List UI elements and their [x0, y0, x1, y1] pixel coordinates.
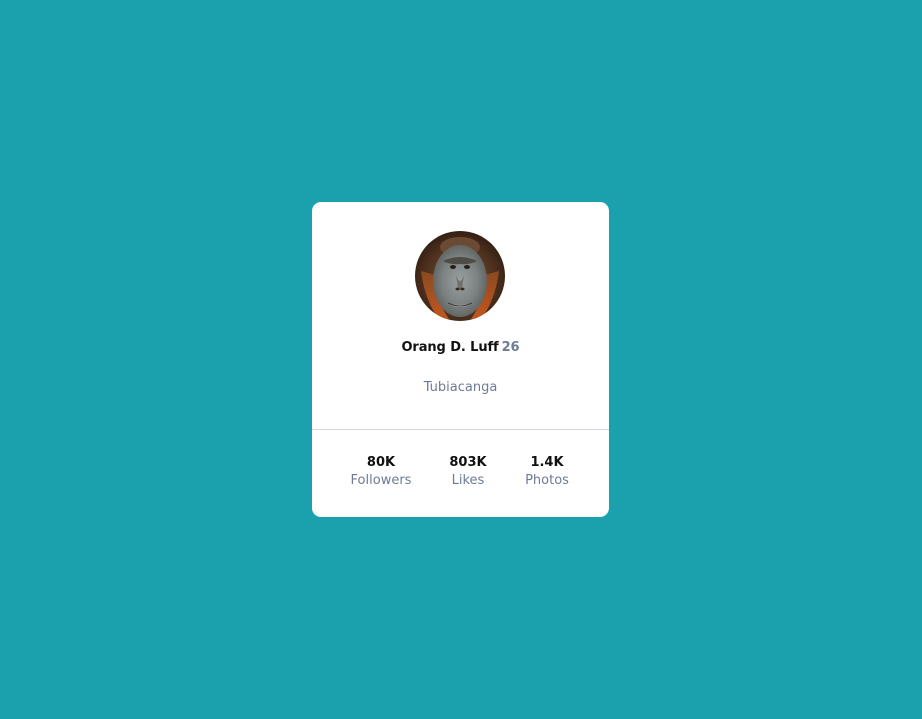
stat-photos-label: Photos	[525, 473, 569, 488]
avatar	[415, 231, 505, 321]
stat-likes-value: 803K	[449, 455, 487, 470]
profile-name-line: Orang D. Luff 26	[312, 340, 609, 355]
stats-row: 80K Followers 803K Likes 1.4K Photos	[312, 454, 609, 494]
profile-name: Orang D. Luff	[401, 340, 499, 355]
stat-photos: 1.4K Photos	[507, 454, 587, 490]
profile-card: Orang D. Luff 26 Tubiacanga 80K Followers…	[312, 202, 609, 517]
stat-followers-label: Followers	[350, 473, 412, 488]
orangutan-avatar-image	[415, 231, 505, 321]
stat-followers: 80K Followers	[341, 454, 421, 490]
stat-followers-value: 80K	[366, 455, 396, 470]
divider	[312, 429, 609, 430]
stat-likes-label: Likes	[451, 473, 485, 488]
stat-photos-value: 1.4K	[530, 455, 564, 470]
profile-location: Tubiacanga	[423, 380, 498, 395]
profile-age: 26	[501, 340, 520, 355]
stat-likes: 803K Likes	[428, 454, 508, 490]
